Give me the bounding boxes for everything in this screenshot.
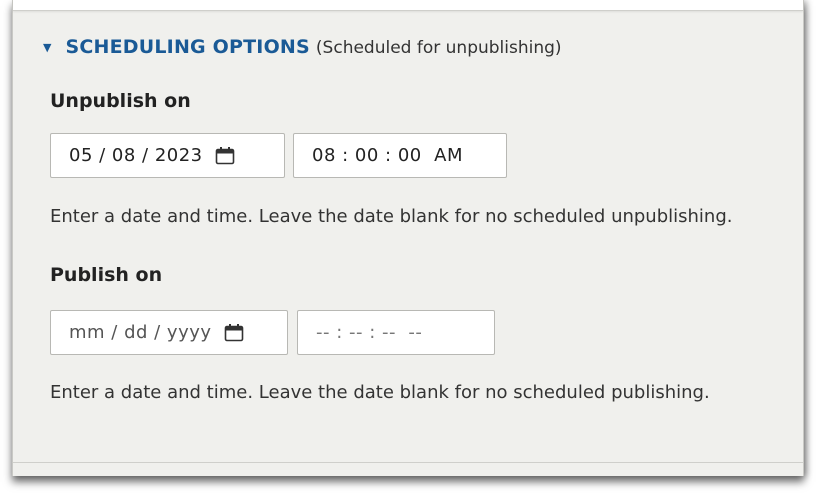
publish-description: Enter a date and time. Leave the date bl… bbox=[50, 382, 710, 403]
unpublish-time-input[interactable]: 08 : 00 : 00 AM bbox=[293, 133, 507, 178]
calendar-icon[interactable] bbox=[224, 323, 244, 342]
calendar-icon[interactable] bbox=[215, 146, 235, 165]
scheduling-options-summary[interactable]: ▼ SCHEDULING OPTIONS (Scheduled for unpu… bbox=[43, 36, 562, 58]
previous-section-edge bbox=[13, 0, 803, 11]
section-title[interactable]: SCHEDULING OPTIONS bbox=[65, 36, 309, 58]
unpublish-date-value: 05 / 08 / 2023 bbox=[69, 145, 203, 166]
publish-date-input[interactable]: mm / dd / yyyy bbox=[50, 310, 288, 355]
publish-on-label: Publish on bbox=[50, 264, 163, 286]
publish-date-placeholder: mm / dd / yyyy bbox=[69, 322, 212, 343]
unpublish-time-value: 08 : 00 : 00 AM bbox=[312, 145, 464, 166]
scheduling-options-panel: ▼ SCHEDULING OPTIONS (Scheduled for unpu… bbox=[12, 0, 804, 476]
publish-time-placeholder: -- : -- : -- -- bbox=[316, 322, 423, 343]
unpublish-description: Enter a date and time. Leave the date bl… bbox=[50, 206, 733, 227]
publish-time-input[interactable]: -- : -- : -- -- bbox=[297, 310, 495, 355]
section-divider bbox=[13, 462, 803, 463]
unpublish-date-input[interactable]: 05 / 08 / 2023 bbox=[50, 133, 285, 178]
collapse-triangle-icon[interactable]: ▼ bbox=[43, 41, 51, 54]
section-status: (Scheduled for unpublishing) bbox=[315, 38, 562, 58]
unpublish-on-label: Unpublish on bbox=[50, 90, 191, 112]
